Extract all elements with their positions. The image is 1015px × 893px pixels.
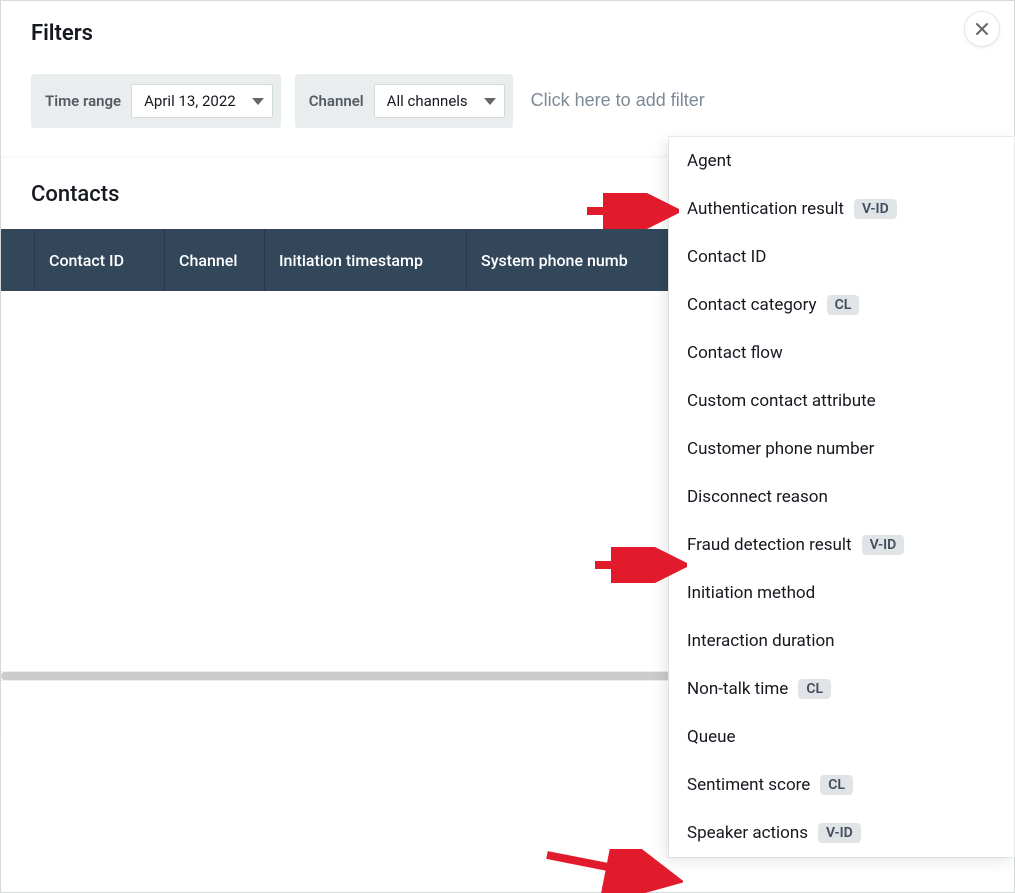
filter-option-sentiment-score[interactable]: Sentiment score CL: [669, 761, 1014, 809]
caret-down-icon: [484, 98, 496, 105]
filter-option-initiation-method[interactable]: Initiation method: [669, 569, 1014, 617]
filter-option-label: Non-talk time: [687, 679, 788, 699]
filter-time-range-label: Time range: [45, 92, 121, 110]
filter-option-label: Authentication result: [687, 199, 844, 219]
time-range-value: April 13, 2022: [144, 92, 236, 110]
filter-option-interaction-duration[interactable]: Interaction duration: [669, 617, 1014, 665]
filter-option-label: Sentiment score: [687, 775, 810, 795]
filter-option-queue[interactable]: Queue: [669, 713, 1014, 761]
filter-option-badge: V-ID: [818, 823, 861, 843]
col-channel[interactable]: Channel: [165, 229, 265, 291]
filter-option-badge: V-ID: [854, 199, 897, 219]
filter-option-label: Contact flow: [687, 343, 783, 363]
filter-option-label: Queue: [687, 727, 735, 747]
filter-option-non-talk-time[interactable]: Non-talk time CL: [669, 665, 1014, 713]
filter-option-label: Custom contact attribute: [687, 391, 876, 411]
filter-option-label: Disconnect reason: [687, 487, 828, 507]
filter-channel: Channel All channels: [295, 74, 513, 128]
filter-option-agent[interactable]: Agent: [669, 137, 1014, 185]
filter-option-badge: CL: [827, 295, 860, 315]
channel-value: All channels: [387, 92, 468, 110]
filter-option-label: Customer phone number: [687, 439, 874, 459]
filter-option-custom-contact-attribute[interactable]: Custom contact attribute: [669, 377, 1014, 425]
filter-option-label: Contact ID: [687, 247, 766, 267]
filter-option-label: Contact category: [687, 295, 817, 315]
annotation-arrow-icon: [543, 849, 683, 893]
filter-option-badge: CL: [798, 679, 831, 699]
filter-option-speaker-actions[interactable]: Speaker actions V-ID: [669, 809, 1014, 857]
add-filter-input[interactable]: [527, 74, 984, 126]
filter-option-contact-id[interactable]: Contact ID: [669, 233, 1014, 281]
filter-option-label: Initiation method: [687, 583, 815, 603]
filter-option-badge: V-ID: [862, 535, 905, 555]
filter-option-badge: CL: [820, 775, 853, 795]
scrollbar-thumb[interactable]: [1, 672, 680, 680]
filter-option-label: Fraud detection result: [687, 535, 852, 555]
close-icon: [974, 21, 990, 37]
filter-option-customer-phone-number[interactable]: Customer phone number: [669, 425, 1014, 473]
filter-option-contact-flow[interactable]: Contact flow: [669, 329, 1014, 377]
filter-time-range: Time range April 13, 2022: [31, 74, 281, 128]
time-range-select[interactable]: April 13, 2022: [131, 84, 273, 118]
col-initiation-timestamp[interactable]: Initiation timestamp: [265, 229, 467, 291]
filter-option-label: Speaker actions: [687, 823, 808, 843]
filter-option-fraud-detection-result[interactable]: Fraud detection result V-ID: [669, 521, 1014, 569]
filter-bar: Time range April 13, 2022 Channel All ch…: [31, 74, 984, 128]
filter-option-authentication-result[interactable]: Authentication result V-ID: [669, 185, 1014, 233]
table-header-spacer: [1, 229, 35, 291]
close-button[interactable]: [964, 11, 1000, 47]
col-contact-id[interactable]: Contact ID: [35, 229, 165, 291]
filter-options-dropdown: Agent Authentication result V-ID Contact ID…: [669, 137, 1014, 857]
page-title: Filters: [31, 21, 984, 46]
channel-select[interactable]: All channels: [374, 84, 505, 118]
filter-option-label: Agent: [687, 151, 732, 171]
filter-option-label: Interaction duration: [687, 631, 835, 651]
caret-down-icon: [252, 98, 264, 105]
filter-channel-label: Channel: [309, 92, 364, 110]
filter-option-contact-category[interactable]: Contact category CL: [669, 281, 1014, 329]
filter-option-disconnect-reason[interactable]: Disconnect reason: [669, 473, 1014, 521]
